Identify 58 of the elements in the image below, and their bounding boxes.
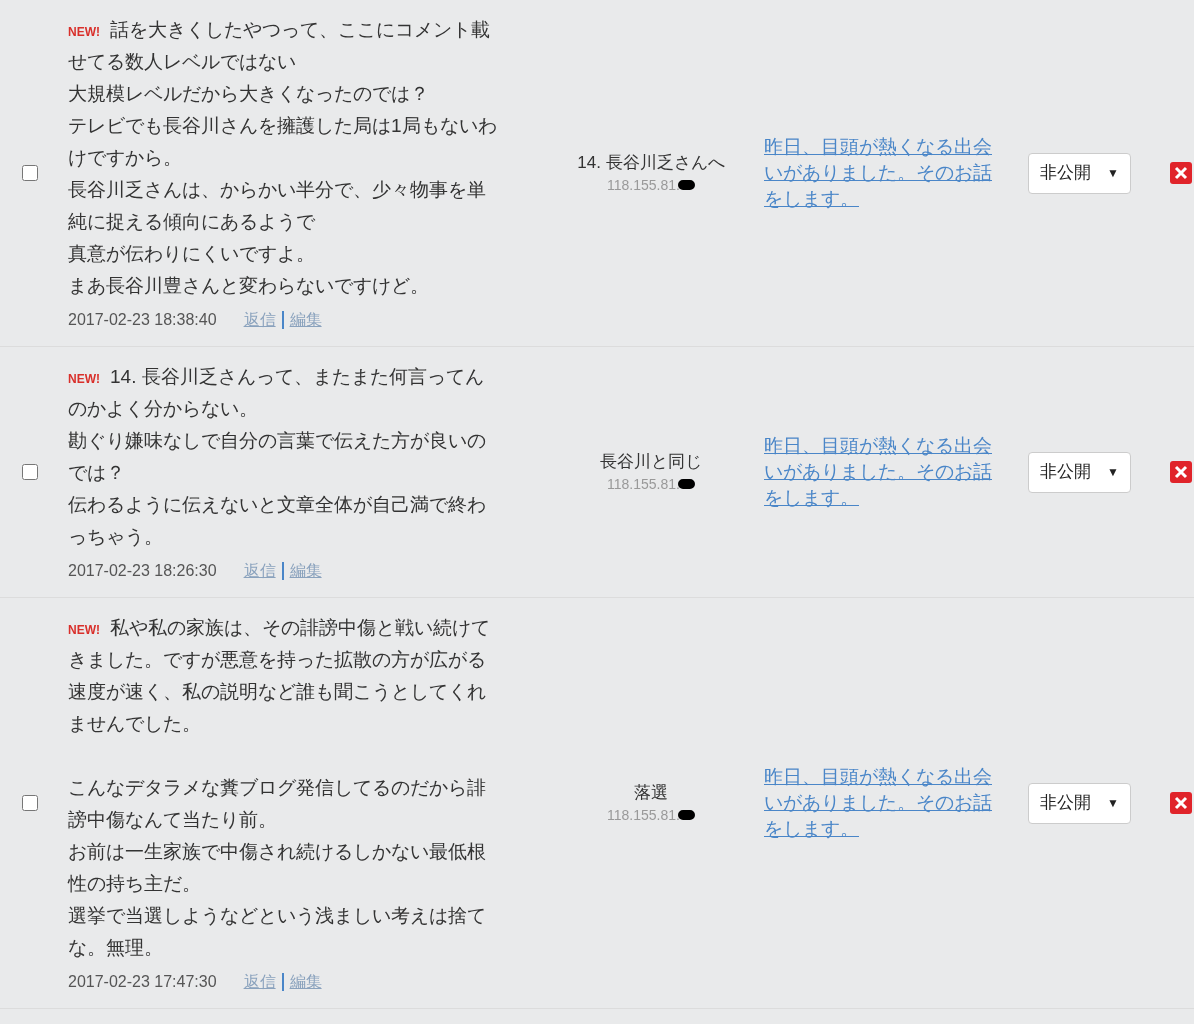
row-checkbox[interactable] (22, 464, 38, 480)
comment-date: 2017-02-23 17:47:30 (68, 972, 217, 992)
comment-line: 性の持ち主だ。 (68, 872, 201, 896)
comment-line: せてる数人レベルではない (68, 50, 296, 74)
comment-line: 純に捉える傾向にあるようで (68, 210, 315, 234)
comment-line: 大規模レベルだから大きくなったのでは？ (68, 82, 429, 106)
comment-date: 2017-02-23 18:26:30 (68, 561, 217, 581)
redaction-mark (677, 479, 695, 489)
article-link[interactable]: 昨日、目頭が熱くなる出会 いがありました。そのお話 をします。 (764, 134, 1008, 212)
close-icon[interactable] (1170, 162, 1192, 184)
row-checkbox[interactable] (22, 165, 38, 181)
row-checkbox[interactable] (22, 795, 38, 811)
comment-line: 速度が速く、私の説明など誰も聞こうとしてくれ (68, 680, 486, 704)
ip-address: 118.155.81. (607, 806, 680, 825)
new-label: NEW! (68, 372, 100, 386)
comment-line: な。無理。 (68, 936, 163, 960)
redaction-mark (677, 180, 695, 190)
comment-line: 勘ぐり嫌味なしで自分の言葉で伝えた方が良いの (68, 429, 486, 453)
comment-line: のかよく分からない。 (68, 397, 258, 421)
comment-line: まあ長谷川豊さんと変わらないですけど。 (68, 274, 429, 298)
comment-line: では？ (68, 461, 125, 485)
comment-line: 伝わるように伝えないと文章全体が自己満で終わ (68, 493, 486, 517)
new-label: NEW! (68, 25, 100, 39)
comment-line: テレビでも長谷川さんを擁護した局は1局もないわ (68, 114, 497, 138)
action-link[interactable]: 返信 (243, 308, 276, 332)
comment-line: っちゃう。 (68, 525, 163, 549)
close-icon[interactable] (1170, 792, 1192, 814)
comment-line: お前は一生家族で中傷され続けるしかない最低根 (68, 840, 486, 864)
action-link[interactable]: 編集 (289, 970, 322, 994)
comment-line: 選挙で当選しようなどという浅ましい考えは捨て (68, 904, 486, 928)
action-link[interactable]: 編集 (289, 559, 322, 583)
visibility-dropdown[interactable]: 非公開 ▼ (1028, 782, 1131, 824)
article-link[interactable]: 昨日、目頭が熱くなる出会 いがありました。そのお話 をします。 (764, 764, 1008, 842)
action-link[interactable]: 編集 (289, 308, 322, 332)
comment-line: 謗中傷なんて当たり前。 (68, 808, 277, 832)
action-link[interactable]: 返信 (243, 970, 276, 994)
comment-date: 2017-02-23 18:38:40 (68, 310, 217, 330)
comment-line: 私や私の家族は、その誹謗中傷と戦い続けて (110, 616, 490, 640)
ip-address: 118.155.81. (607, 475, 680, 494)
visibility-dropdown[interactable]: 非公開 ▼ (1028, 451, 1131, 493)
ip-address: 118.155.81. (607, 176, 680, 195)
comment-line: 話を大きくしたやつって、ここにコメント載 (110, 18, 490, 42)
new-label: NEW! (68, 623, 100, 637)
action-link[interactable]: 返信 (243, 559, 276, 583)
visibility-dropdown[interactable]: 非公開 ▼ (1028, 152, 1131, 194)
close-icon[interactable] (1170, 461, 1192, 483)
article-link[interactable]: 昨日、目頭が熱くなる出会 いがありました。そのお話 をします。 (764, 433, 1008, 511)
redaction-mark (677, 810, 695, 820)
author-name: 14. 長谷川乏さんへ (577, 152, 725, 174)
comment-line: きました。ですが悪意を持った拡散の方が広がる (68, 648, 486, 672)
author-name: 落選 (634, 782, 668, 804)
comment-line: 14. 長谷川乏さんって、またまた何言ってん (110, 365, 484, 389)
comment-line: 真意が伝わりにくいですよ。 (68, 242, 315, 266)
author-name: 長谷川と同じ (600, 451, 702, 473)
comment-line: 長谷川乏さんは、からかい半分で、少々物事を単 (68, 178, 486, 202)
comment-line: ませんでした。 (68, 712, 201, 736)
comment-line: こんなデタラメな糞ブログ発信してるのだから誹 (68, 776, 486, 800)
comment-line: けですから。 (68, 146, 182, 170)
